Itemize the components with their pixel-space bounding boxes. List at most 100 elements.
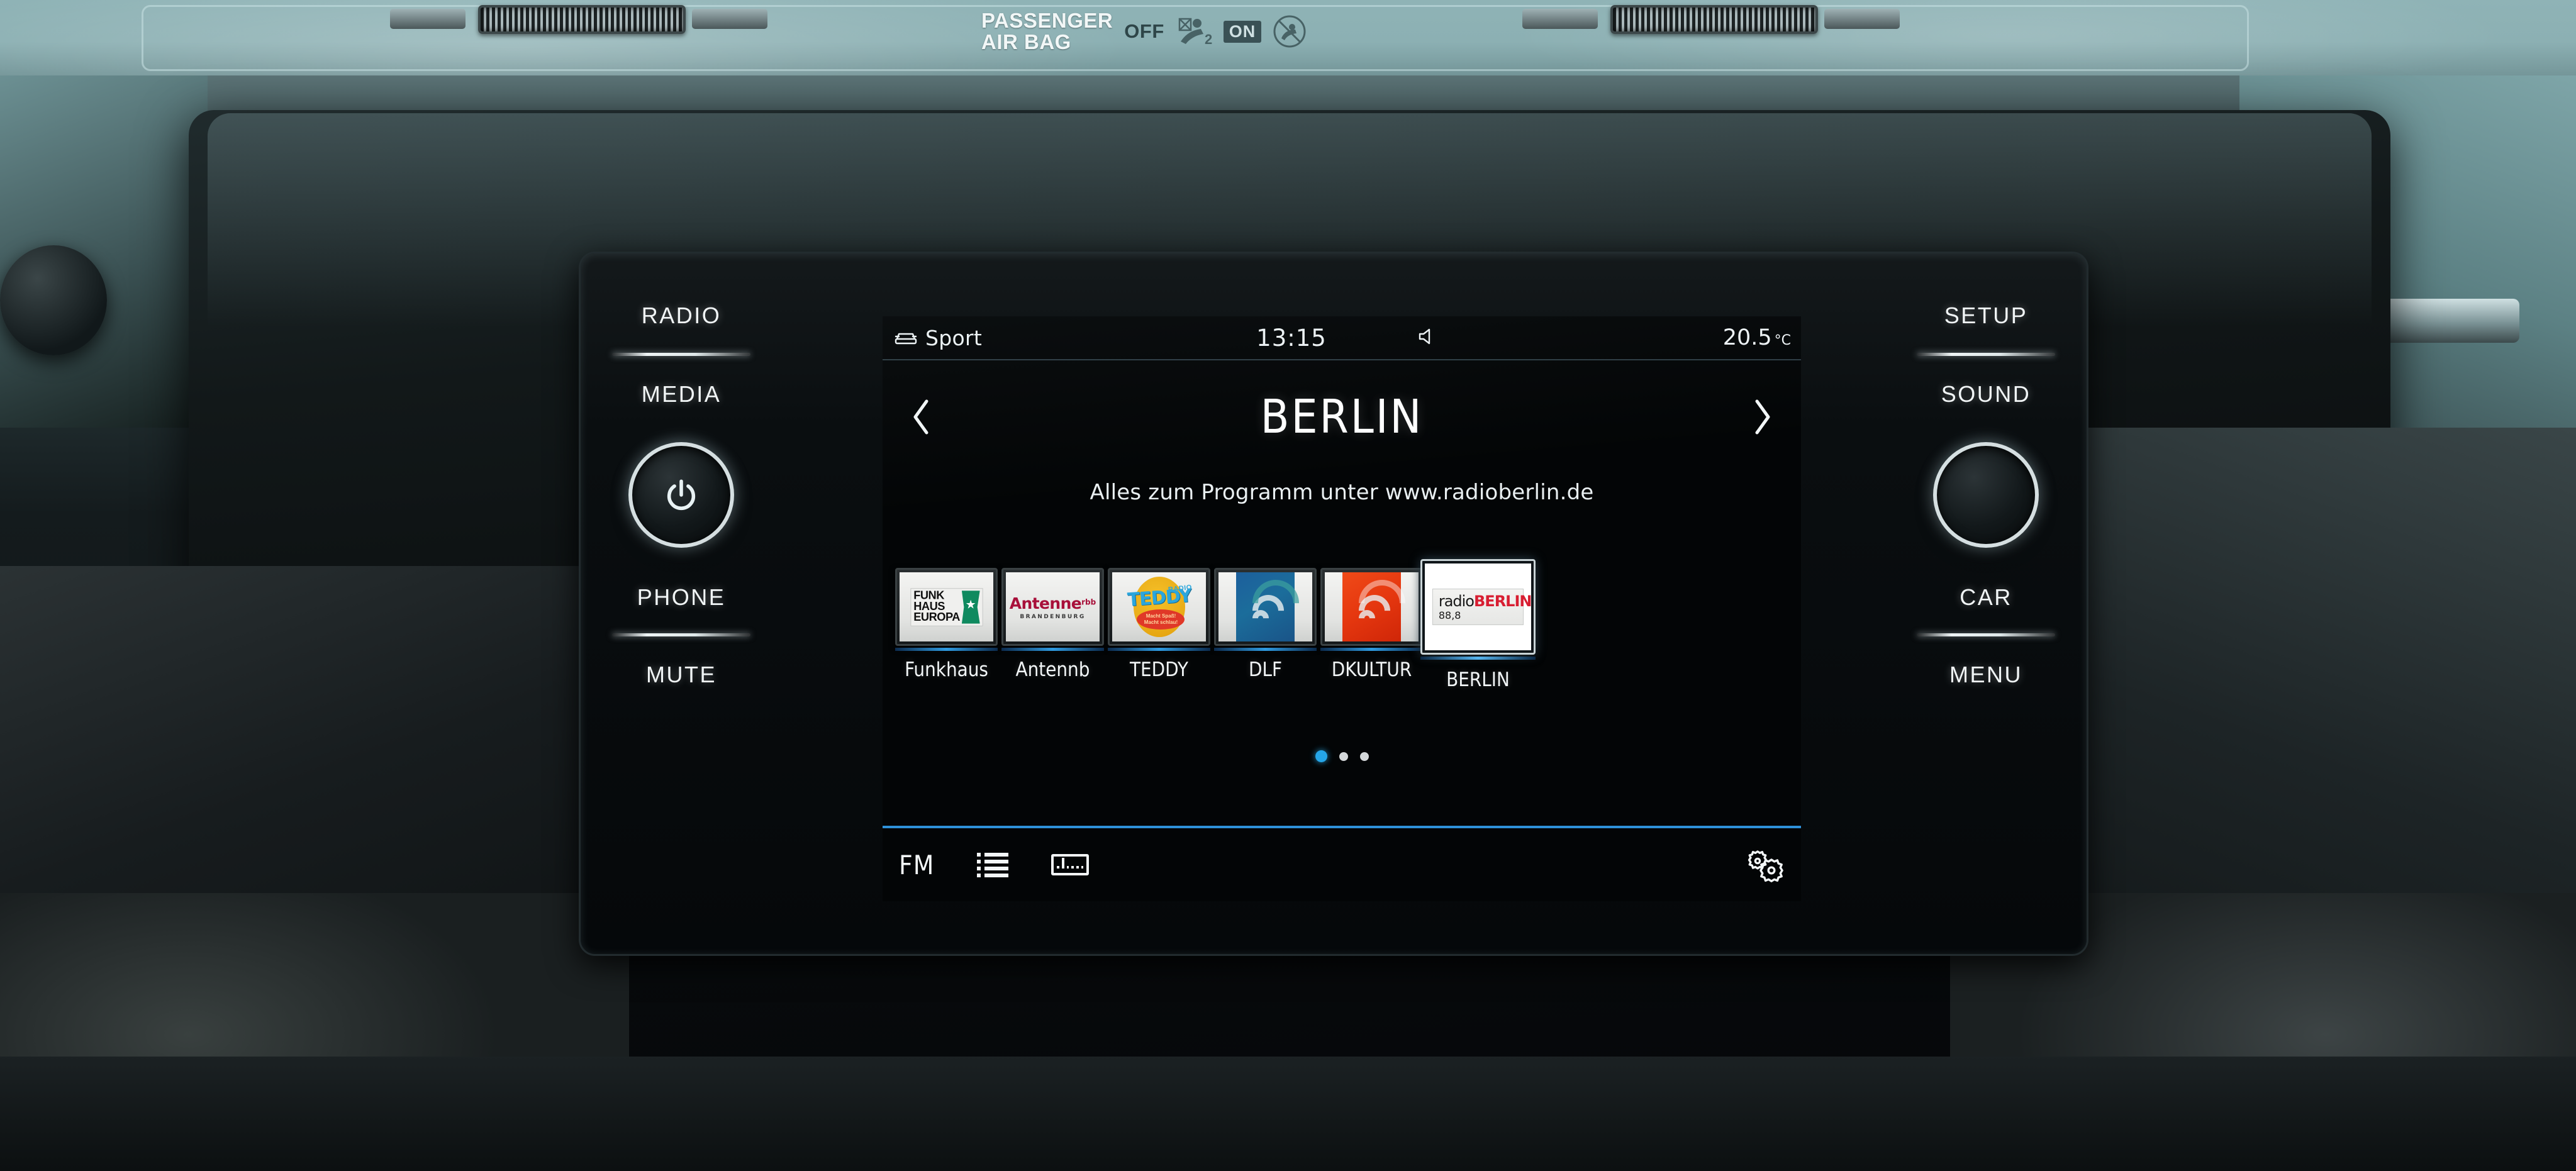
preset-underline [1214, 648, 1317, 651]
funkhaus-europa-logo: FUNK HAUS EUROPA [910, 587, 983, 626]
drive-mode-group[interactable]: Sport [894, 326, 982, 350]
radioberlin-wordmark: radioBERLINrbb [1438, 592, 1531, 610]
speaker-icon [1419, 328, 1430, 344]
page-dot-1[interactable] [1315, 750, 1327, 762]
settings-button[interactable] [1746, 843, 1785, 887]
infotainment-head-unit: RADIO MEDIA PHONE MUTE Sport 13:15 20.5 … [579, 252, 2088, 956]
preset-artwork [1325, 572, 1419, 641]
air-vent-left[interactable] [478, 5, 686, 34]
hardware-buttons-right: SETUP SOUND CAR MENU [1885, 253, 2087, 958]
preset-artwork: FUNK HAUS EUROPA [900, 572, 993, 641]
station-list-button[interactable] [976, 843, 1010, 887]
antenne-wordmark: Antenne [1009, 594, 1082, 613]
preset-tile-dkultur[interactable]: DKULTUR [1320, 568, 1423, 681]
phone-button[interactable]: PHONE [637, 584, 726, 611]
funkhaus-line3: EUROPA [913, 611, 960, 624]
sound-button[interactable]: SOUND [1941, 381, 2031, 408]
preset-label: BERLIN [1446, 669, 1510, 691]
current-station-name: BERLIN [1260, 390, 1424, 444]
seatbelt-child-crossed-icon: 2 [1178, 18, 1212, 47]
touchscreen-display[interactable]: Sport 13:15 20.5 °C BERLIN Alles zum Pro… [883, 316, 1801, 901]
air-vent-right[interactable] [1610, 5, 1818, 34]
menu-button[interactable]: MENU [1949, 662, 2022, 688]
page-dot-2[interactable] [1339, 752, 1348, 761]
preset-artwork: Antennerbb BRANDENBURG [1006, 572, 1100, 641]
previous-station-button[interactable] [894, 382, 951, 452]
list-icon [977, 852, 1009, 877]
airbag-title: PASSENGER AIR BAG [981, 10, 1113, 52]
preset-underline [1001, 648, 1104, 651]
setup-button[interactable]: SETUP [1944, 302, 2028, 329]
center-console: RADIO MEDIA PHONE MUTE Sport 13:15 20.5 … [0, 75, 2576, 1171]
antenne-brandenburg-logo: Antennerbb BRANDENBURG [1010, 594, 1096, 620]
dash-bottom-panel [0, 1057, 2576, 1171]
tuner-scale-button[interactable] [1051, 843, 1090, 887]
temperature-group: 20.5 °C [1723, 325, 1791, 350]
bottom-toolbar: FM [883, 826, 1801, 901]
preset-artwork-frame: Antennerbb BRANDENBURG [1001, 568, 1104, 646]
dashboard-scene: PASSENGER AIR BAG OFF 2 ON RADIO MEDIA P… [0, 0, 2576, 1171]
radio-teddy-logo: RADIO TEDDY Macht Spaß! Macht schlau! [1112, 572, 1206, 641]
radio-berlin-rbb-logo: radioBERLINrbb 88,8 [1432, 589, 1531, 625]
chevron-left-icon [913, 399, 928, 435]
radioberlin-part-berlin: BERLIN [1474, 592, 1531, 610]
preset-artwork-frame: FUNK HAUS EUROPA [895, 568, 998, 646]
teddy-slogan-2: Macht schlau! [1144, 619, 1178, 625]
preset-label: Antennb [1015, 658, 1090, 681]
page-dot-3[interactable] [1359, 752, 1369, 761]
status-bar: Sport 13:15 20.5 °C [883, 316, 1801, 360]
preset-artwork-frame [1320, 568, 1423, 646]
radio-button[interactable]: RADIO [642, 302, 722, 329]
preset-label: DKULTUR [1331, 658, 1412, 681]
preset-list: FUNK HAUS EUROPA Funkhaus [890, 559, 1793, 691]
divider-right-bottom [1917, 633, 2055, 636]
teddy-slogan-1: Macht Spaß! [1146, 613, 1176, 619]
tune-knob[interactable] [1933, 442, 2039, 548]
preset-page-indicator[interactable] [883, 750, 1801, 762]
wave-arc-large [1349, 572, 1415, 636]
gears-icon [1748, 850, 1783, 882]
passenger-airbag-indicator: PASSENGER AIR BAG OFF 2 ON [975, 3, 1428, 60]
power-volume-knob[interactable] [628, 442, 734, 548]
station-header: BERLIN [883, 360, 1801, 474]
hardware-buttons-left: RADIO MEDIA PHONE MUTE [581, 253, 782, 958]
preset-label: DLF [1248, 658, 1283, 681]
divider-right-top [1917, 353, 2055, 356]
car-front-icon [895, 333, 917, 345]
preset-underline [1420, 657, 1536, 660]
media-button[interactable]: MEDIA [642, 381, 722, 408]
preset-tile-teddy[interactable]: RADIO TEDDY Macht Spaß! Macht schlau! TE… [1108, 568, 1210, 681]
preset-underline [895, 648, 998, 651]
airbag-title-line2: AIR BAG [981, 30, 1071, 53]
preset-artwork-frame: radioBERLINrbb 88,8 [1420, 559, 1536, 655]
next-station-button[interactable] [1733, 382, 1790, 452]
band-fm-button[interactable]: FM [899, 843, 934, 887]
speaker-status-group[interactable] [1417, 327, 1439, 349]
vent-wing-b [692, 9, 767, 29]
funkhaus-line2: HAUS [913, 600, 945, 613]
vent-wing-a [390, 9, 466, 29]
temperature-value: 20.5 [1722, 325, 1772, 350]
preset-artwork [1218, 572, 1312, 641]
antenne-rbb-mark: rbb [1081, 597, 1096, 607]
preset-tile-berlin[interactable]: radioBERLINrbb 88,8 BERLIN [1420, 559, 1536, 691]
vent-wing-c [1522, 9, 1598, 29]
vent-wing-d [1824, 9, 1900, 29]
radioberlin-frequency: 88,8 [1438, 609, 1461, 621]
preset-artwork: RADIO TEDDY Macht Spaß! Macht schlau! [1112, 572, 1206, 641]
radioberlin-part-radio: radio [1438, 592, 1475, 610]
preset-tile-antennb[interactable]: Antennerbb BRANDENBURG Antennb [1001, 568, 1104, 681]
antenne-region: BRANDENBURG [1020, 613, 1086, 620]
preset-tile-funkhaus[interactable]: FUNK HAUS EUROPA Funkhaus [895, 568, 998, 681]
divider-left-top [612, 353, 750, 356]
power-icon [667, 479, 696, 510]
tuner-scale-icon [1051, 854, 1090, 875]
airbag-title-line1: PASSENGER [981, 9, 1113, 33]
temperature-unit: °C [1774, 333, 1791, 348]
car-button[interactable]: CAR [1960, 584, 2012, 611]
drive-mode-label: Sport [925, 325, 983, 350]
preset-tile-dlf[interactable]: DLF [1214, 568, 1317, 681]
deutschlandfunk-kultur-logo [1342, 572, 1415, 641]
mute-button[interactable]: MUTE [646, 662, 716, 688]
preset-underline [1320, 648, 1423, 651]
